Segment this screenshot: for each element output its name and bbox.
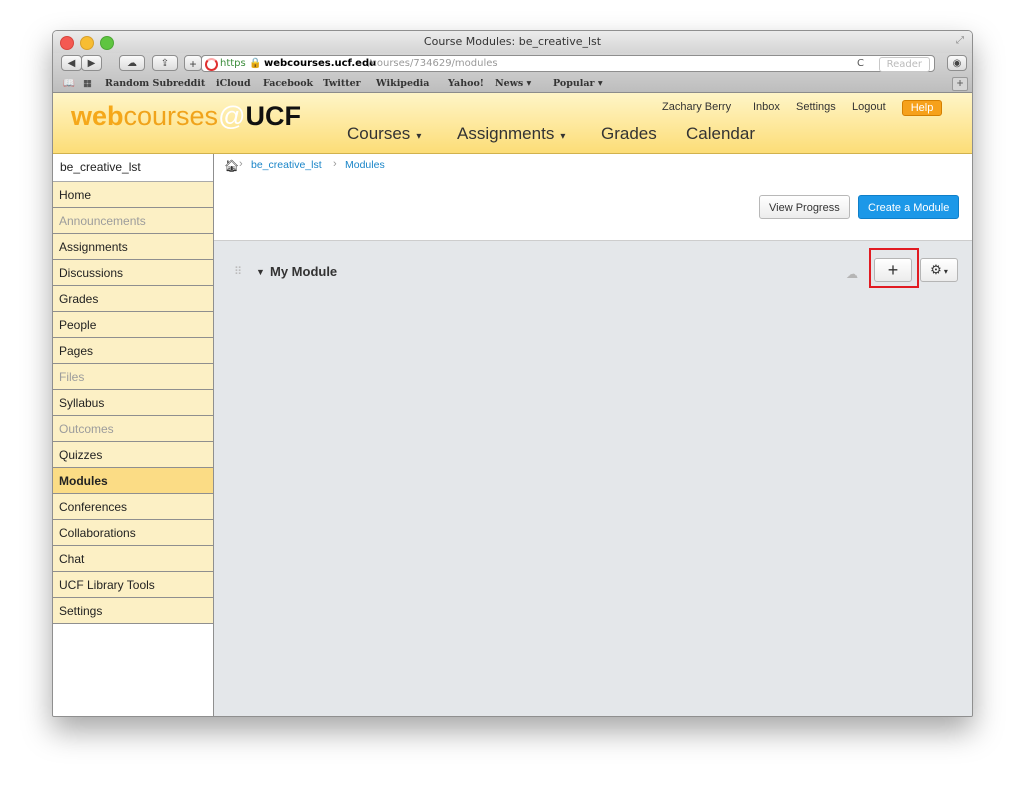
reload-icon[interactable]: C: [857, 56, 864, 71]
bookmark-facebook[interactable]: Facebook: [263, 78, 313, 89]
lock-icon: 🔒: [248, 58, 262, 69]
icloud-tabs-button[interactable]: ☁: [119, 55, 145, 71]
view-progress-button[interactable]: View Progress: [759, 195, 850, 219]
fullscreen-icon[interactable]: ⤢: [956, 35, 964, 46]
nav-assignments[interactable]: Assignments ▾: [457, 124, 565, 144]
sidebar-item-ucf-library-tools[interactable]: UCF Library Tools: [53, 572, 213, 598]
address-bar[interactable]: https 🔒 webcourses.ucf.edu /courses/7346…: [201, 55, 935, 72]
cloud-icon[interactable]: ☁: [846, 267, 858, 281]
chevron-down-icon: ▾: [416, 131, 422, 142]
bookmark-icloud[interactable]: iCloud: [216, 78, 251, 89]
sidebar-item-discussions[interactable]: Discussions: [53, 260, 213, 286]
bookmark-random-subreddit[interactable]: Random Subreddit: [105, 78, 205, 89]
url-host: webcourses.ucf.edu: [264, 58, 377, 69]
module-settings-button[interactable]: ⚙ ▾: [920, 258, 958, 282]
sidebar-item-chat[interactable]: Chat: [53, 546, 213, 572]
nav-courses[interactable]: Courses ▾: [347, 124, 421, 144]
breadcrumb-course[interactable]: be_creative_lst: [251, 159, 322, 171]
sidebar-item-syllabus[interactable]: Syllabus: [53, 390, 213, 416]
bookmark-news[interactable]: News ▾: [495, 78, 531, 89]
course-title[interactable]: be_creative_lst: [53, 154, 213, 182]
gear-icon: ⚙: [930, 262, 942, 277]
breadcrumb-separator: ›: [333, 158, 337, 170]
user-name-link[interactable]: Zachary Berry: [662, 101, 731, 113]
sidebar-item-quizzes[interactable]: Quizzes: [53, 442, 213, 468]
settings-link[interactable]: Settings: [796, 101, 836, 113]
back-button[interactable]: ◀: [61, 55, 82, 71]
breadcrumb: 🏠︎ › be_creative_lst › Modules: [214, 154, 972, 178]
url-path: /courses/734629/modules: [368, 58, 498, 69]
window-title: Course Modules: be_creative_lst: [423, 35, 602, 48]
sidebar-item-files: Files: [53, 364, 213, 390]
site-header: webcourses@UCF Zachary Berry Inbox Setti…: [53, 93, 972, 154]
browser-window: Course Modules: be_creative_lst ⤢ ◀ ▶ ☁ …: [52, 30, 973, 717]
nav-grades[interactable]: Grades: [601, 124, 657, 144]
sidebar-item-people[interactable]: People: [53, 312, 213, 338]
chevron-down-icon: ▾: [943, 267, 948, 276]
breadcrumb-modules[interactable]: Modules: [345, 159, 385, 171]
drag-handle-icon[interactable]: ⠿: [234, 265, 242, 278]
module-title[interactable]: My Module: [270, 264, 337, 279]
bookmark-yahoo[interactable]: Yahoo!: [448, 78, 484, 89]
bookmark-popular[interactable]: Popular ▾: [553, 78, 603, 89]
course-nav-list: Home Announcements Assignments Discussions G…: [53, 182, 213, 624]
top-sites-icon[interactable]: ▦: [83, 78, 92, 89]
new-tab-button[interactable]: +: [184, 55, 202, 71]
downloads-button[interactable]: ◉: [947, 55, 967, 71]
bookmark-twitter[interactable]: Twitter: [323, 78, 361, 89]
action-bar: View Progress Create a Module: [214, 177, 972, 241]
collapse-module-icon[interactable]: ▼: [256, 267, 265, 277]
add-bookmark-icon[interactable]: +: [952, 77, 968, 91]
course-sidebar: be_creative_lst Home Announcements Assignm…: [53, 154, 214, 716]
forward-button[interactable]: ▶: [81, 55, 102, 71]
sidebar-item-grades[interactable]: Grades: [53, 286, 213, 312]
cloud-icon: ☁: [127, 58, 137, 69]
add-module-item-button[interactable]: +: [874, 258, 912, 282]
sidebar-item-settings[interactable]: Settings: [53, 598, 213, 624]
reader-button[interactable]: Reader: [878, 57, 930, 72]
browser-toolbar: ◀ ▶ ☁ ⇪ + https 🔒 webcourses.ucf.edu /co…: [53, 53, 972, 75]
sidebar-item-conferences[interactable]: Conferences: [53, 494, 213, 520]
create-module-button[interactable]: Create a Module: [858, 195, 960, 219]
nav-calendar[interactable]: Calendar: [686, 124, 755, 144]
help-button[interactable]: Help: [902, 100, 942, 116]
bookmark-wikipedia[interactable]: Wikipedia: [376, 78, 429, 89]
sidebar-item-pages[interactable]: Pages: [53, 338, 213, 364]
sidebar-item-collaborations[interactable]: Collaborations: [53, 520, 213, 546]
reading-list-icon[interactable]: 📖: [63, 78, 75, 89]
chevron-down-icon: ▾: [560, 131, 566, 142]
bookmarks-bar: 📖 ▦ Random Subreddit iCloud Facebook Twi…: [53, 75, 972, 93]
sidebar-item-assignments[interactable]: Assignments: [53, 234, 213, 260]
sidebar-item-outcomes: Outcomes: [53, 416, 213, 442]
share-icon: ⇪: [160, 58, 170, 69]
module-header: ⠿ ▼ My Module ☁ + ⚙ ▾: [214, 240, 972, 302]
webcourses-logo[interactable]: webcourses@UCF: [71, 101, 301, 132]
sidebar-item-home[interactable]: Home: [53, 182, 213, 208]
title-bar: Course Modules: be_creative_lst ⤢: [53, 31, 972, 53]
loading-spinner-icon: [205, 58, 218, 71]
downloads-icon: ◉: [952, 58, 962, 69]
home-icon[interactable]: 🏠︎: [224, 159, 239, 173]
share-button[interactable]: ⇪: [152, 55, 178, 71]
sidebar-item-announcements: Announcements: [53, 208, 213, 234]
breadcrumb-separator: ›: [239, 158, 243, 170]
sidebar-item-modules[interactable]: Modules: [53, 468, 213, 494]
main-content: 🏠︎ › be_creative_lst › Modules View Prog…: [214, 154, 972, 716]
inbox-link[interactable]: Inbox: [753, 101, 780, 113]
logout-link[interactable]: Logout: [852, 101, 886, 113]
url-scheme: https 🔒: [220, 58, 262, 69]
